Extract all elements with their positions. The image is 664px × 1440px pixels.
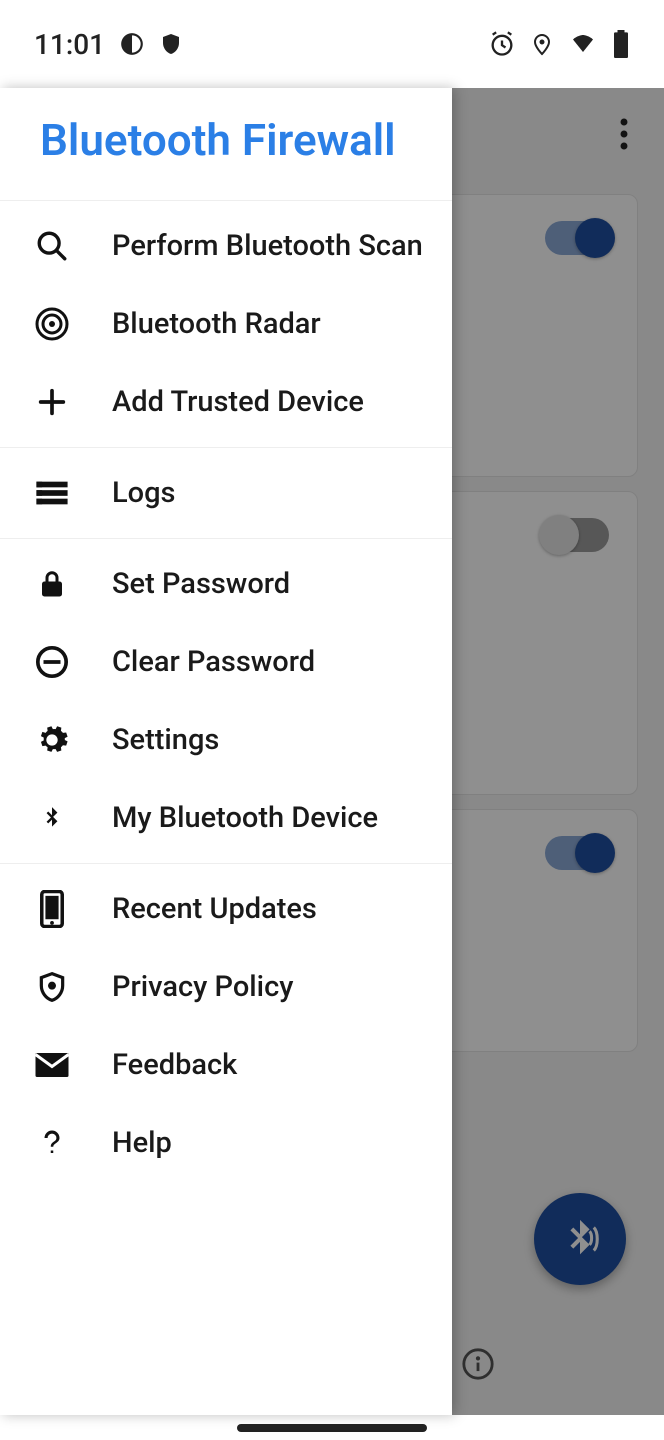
navigation-drawer: Bluetooth Firewall Perform Bluetooth Sca… — [0, 88, 452, 1415]
drawer-item-label: Perform Bluetooth Scan — [112, 229, 423, 263]
wifi-icon — [568, 32, 598, 56]
drawer-item-label: My Bluetooth Device — [112, 801, 378, 835]
drawer-item-help[interactable]: Help — [0, 1104, 452, 1182]
drawer-item-clearpassword[interactable]: Clear Password — [0, 623, 452, 701]
clear-icon — [28, 638, 76, 686]
logs-icon — [28, 469, 76, 517]
drawer-group-security: Set Password Clear Password Settings My … — [0, 539, 452, 864]
phone-icon — [28, 885, 76, 933]
drawer-item-label: Bluetooth Radar — [112, 307, 321, 341]
drawer-item-logs[interactable]: Logs — [0, 454, 452, 532]
drawer-item-scan[interactable]: Perform Bluetooth Scan — [0, 207, 452, 285]
battery-icon — [612, 30, 630, 58]
drawer-item-label: Feedback — [112, 1048, 237, 1082]
bluetooth-icon — [28, 794, 76, 842]
mail-icon — [28, 1041, 76, 1089]
drawer-group-actions: Perform Bluetooth Scan Bluetooth Radar A… — [0, 201, 452, 448]
shield-icon — [28, 963, 76, 1011]
status-bar: 11:01 — [0, 0, 664, 88]
drawer-item-updates[interactable]: Recent Updates — [0, 870, 452, 948]
drawer-item-privacy[interactable]: Privacy Policy — [0, 948, 452, 1026]
status-time: 11:01 — [34, 28, 105, 61]
drawer-item-settings[interactable]: Settings — [0, 701, 452, 779]
gear-icon — [28, 716, 76, 764]
lock-icon — [28, 560, 76, 608]
help-icon — [28, 1119, 76, 1167]
alarm-icon — [488, 30, 516, 58]
drawer-group-info: Recent Updates Privacy Policy Feedback H… — [0, 864, 452, 1188]
drawer-item-feedback[interactable]: Feedback — [0, 1026, 452, 1104]
drawer-item-label: Help — [112, 1126, 172, 1160]
drawer-item-setpassword[interactable]: Set Password — [0, 545, 452, 623]
status-indicator-icon — [119, 31, 145, 57]
status-shield-icon — [159, 30, 183, 58]
drawer-item-label: Recent Updates — [112, 892, 317, 926]
drawer-item-label: Settings — [112, 723, 219, 757]
nav-pill[interactable] — [237, 1424, 427, 1432]
drawer-item-label: Logs — [112, 476, 175, 510]
plus-icon — [28, 378, 76, 426]
drawer-title: Bluetooth Firewall — [0, 88, 452, 201]
drawer-item-trusted[interactable]: Add Trusted Device — [0, 363, 452, 441]
drawer-group-logs: Logs — [0, 448, 452, 539]
drawer-item-radar[interactable]: Bluetooth Radar — [0, 285, 452, 363]
drawer-item-label: Clear Password — [112, 645, 315, 679]
drawer-item-label: Add Trusted Device — [112, 385, 364, 419]
drawer-item-label: Set Password — [112, 567, 290, 601]
drawer-item-label: Privacy Policy — [112, 970, 293, 1004]
radar-icon — [28, 300, 76, 348]
drawer-item-mybluetooth[interactable]: My Bluetooth Device — [0, 779, 452, 857]
location-icon — [530, 30, 554, 58]
search-icon — [28, 222, 76, 270]
